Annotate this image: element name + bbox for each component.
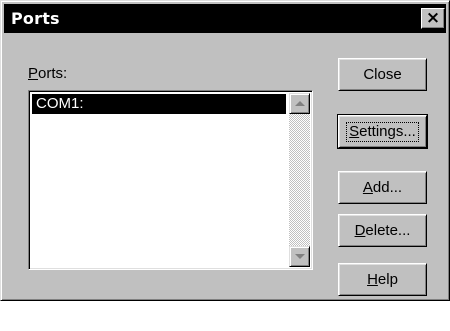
help-button-label: Help <box>367 271 398 288</box>
vertical-scrollbar[interactable] <box>289 93 310 267</box>
ports-label: Ports: <box>28 65 68 82</box>
close-window-button[interactable]: × <box>421 8 445 29</box>
close-button[interactable]: Close <box>338 58 427 91</box>
help-button[interactable]: Help <box>338 263 427 296</box>
scroll-down-button[interactable] <box>289 246 310 267</box>
settings-button-label: Settings... <box>346 122 419 142</box>
add-button-label: Add... <box>362 179 403 196</box>
scroll-up-button[interactable] <box>289 93 310 114</box>
ports-listbox[interactable]: COM1: <box>28 90 313 270</box>
settings-button[interactable]: Settings... <box>337 114 428 149</box>
scroll-down-arrow-icon <box>295 254 305 259</box>
title-bar[interactable]: Ports × <box>4 4 446 33</box>
ports-dialog: Ports × Ports: COM1: Close Settings... A… <box>0 0 450 301</box>
close-icon: × <box>425 8 441 28</box>
dialog-title: Ports <box>11 9 60 28</box>
list-item[interactable]: COM1: <box>32 94 286 114</box>
add-button[interactable]: Add... <box>338 171 427 204</box>
list-item-label: COM1: <box>36 95 84 112</box>
delete-button-label: Delete... <box>354 222 411 239</box>
delete-button[interactable]: Delete... <box>338 214 427 247</box>
close-button-label: Close <box>363 66 402 83</box>
scroll-up-arrow-icon <box>295 101 305 106</box>
